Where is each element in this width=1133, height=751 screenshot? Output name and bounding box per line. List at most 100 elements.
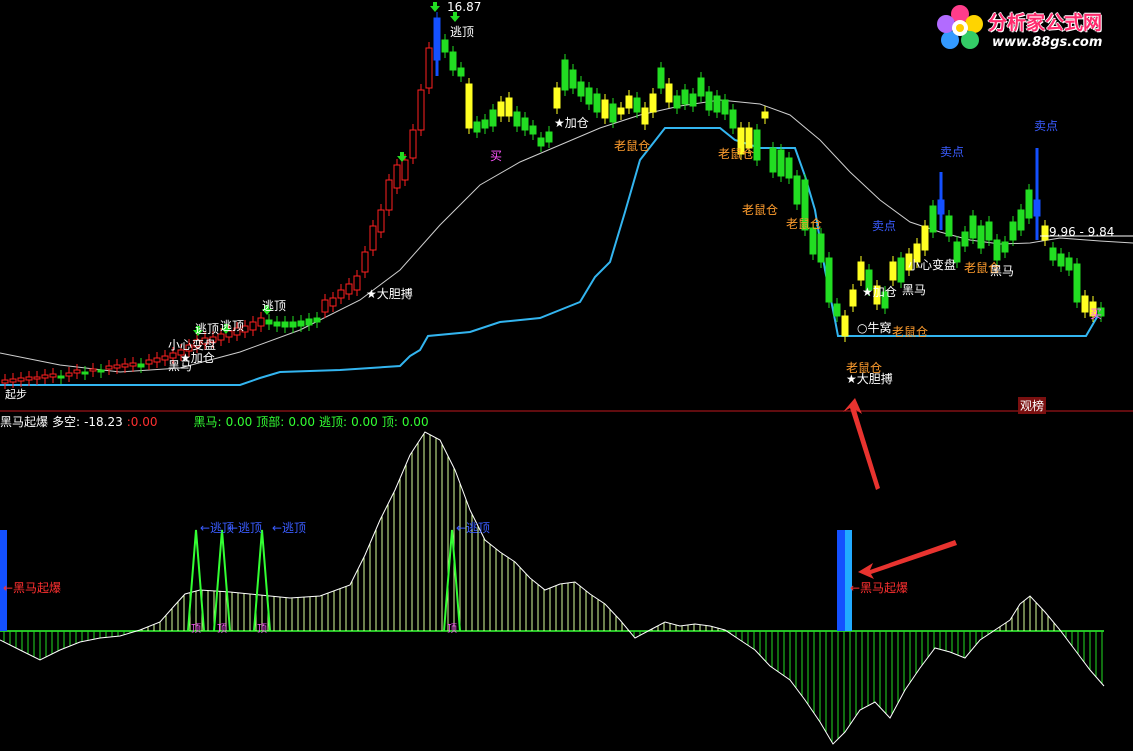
candlestick[interactable] [41,369,49,384]
candlestick[interactable] [321,294,329,318]
candlestick[interactable] [721,94,729,120]
candlestick[interactable] [1065,252,1073,276]
candlestick[interactable] [753,124,761,166]
candlestick[interactable] [129,357,137,372]
candlestick[interactable] [329,292,337,312]
candlestick[interactable] [961,226,969,252]
candlestick[interactable] [1017,204,1025,236]
candlestick[interactable] [393,159,401,194]
candlestick[interactable] [481,114,489,134]
candlestick[interactable] [369,220,377,256]
candlestick[interactable] [777,144,785,182]
candlestick[interactable] [337,284,345,304]
candlestick[interactable] [297,315,305,332]
candlestick[interactable] [841,310,849,342]
candlestick[interactable] [985,216,993,246]
candlestick[interactable] [1041,220,1049,246]
candlestick[interactable] [1073,258,1081,308]
candlestick[interactable] [577,76,585,102]
price-panel[interactable]: 16.879.96 - 9.84逃顶逃顶逃顶 逃顶小心变盘黑马★加仓★大胆搏★加仓… [0,0,1133,401]
candlestick[interactable] [345,278,353,300]
watch-list-button[interactable]: 观榜 [1018,397,1047,414]
candlestick[interactable] [561,54,569,96]
candlestick[interactable] [649,88,657,118]
candlestick[interactable] [1001,236,1009,258]
candlestick[interactable] [457,62,465,82]
candlestick[interactable] [449,46,457,76]
candlestick[interactable] [785,152,793,184]
candlestick[interactable] [281,316,289,333]
candlestick[interactable] [697,72,705,102]
candlestick[interactable] [505,92,513,122]
candlestick[interactable] [681,84,689,110]
candlestick[interactable] [945,210,953,242]
candlestick[interactable] [377,204,385,238]
candlestick[interactable] [713,90,721,118]
candlestick[interactable] [553,82,561,114]
candlestick[interactable] [569,64,577,94]
candlestick[interactable] [57,370,65,384]
candlestick[interactable] [121,358,129,373]
candlestick[interactable] [257,312,265,332]
candlestick[interactable] [521,112,529,136]
candlestick[interactable] [529,120,537,140]
candlestick[interactable] [1049,242,1057,266]
candlestick[interactable] [1057,248,1065,272]
candlestick[interactable] [441,34,449,58]
candlestick[interactable] [105,360,113,375]
candlestick[interactable] [145,354,153,370]
candlestick[interactable] [409,124,417,164]
candlestick[interactable] [705,86,713,116]
candlestick[interactable] [473,116,481,138]
candlestick[interactable] [665,78,673,108]
candlestick[interactable] [513,106,521,132]
candlestick[interactable] [929,200,937,238]
candlestick[interactable] [889,256,897,286]
candlestick[interactable] [1,374,9,389]
candlestick[interactable] [361,246,369,278]
candlestick[interactable] [33,371,41,385]
candlestick[interactable] [793,170,801,210]
candlestick[interactable] [761,106,769,124]
candlestick[interactable] [65,367,73,382]
candlestick[interactable] [977,220,985,254]
candlestick[interactable] [49,368,57,383]
candlestick[interactable] [857,256,865,286]
candlestick[interactable] [1081,290,1089,318]
candlestick[interactable] [593,88,601,118]
candlestick[interactable] [417,84,425,136]
candlestick[interactable] [601,94,609,124]
candlestick[interactable] [641,102,649,130]
candlestick[interactable] [625,90,633,114]
candlestick[interactable] [313,312,321,328]
indicator-panel[interactable]: ←逃顶←逃顶 ←逃顶 ←逃顶顶顶顶顶←黑马起爆 ←黑马起爆 [0,431,1105,745]
candlestick[interactable] [849,284,857,312]
candlestick[interactable] [617,102,625,120]
candlestick[interactable] [305,313,313,331]
candlestick[interactable] [969,210,977,244]
candlestick[interactable] [265,314,273,330]
candlestick[interactable] [289,316,297,333]
candlestick[interactable] [673,90,681,114]
candlestick[interactable] [353,270,361,296]
candlestick[interactable] [497,96,505,122]
candlestick[interactable] [729,104,737,134]
candlestick[interactable] [689,88,697,112]
candlestick[interactable] [633,92,641,118]
candlestick[interactable] [153,352,161,368]
candlestick[interactable] [425,42,433,94]
candlestick[interactable] [585,82,593,110]
candlestick[interactable] [921,220,929,256]
candlestick[interactable] [249,316,257,336]
candlestick[interactable] [25,371,33,386]
candlestick[interactable] [825,252,833,308]
candlestick[interactable] [817,228,825,268]
candlestick[interactable] [97,364,105,378]
candlestick[interactable] [545,126,553,148]
candlestick[interactable] [489,104,497,132]
candlestick[interactable] [385,174,393,216]
candlestick[interactable] [465,78,473,134]
stock-chart[interactable]: 16.879.96 - 9.84逃顶逃顶逃顶 逃顶小心变盘黑马★加仓★大胆搏★加仓… [0,0,1133,751]
candlestick[interactable] [1025,184,1033,224]
candlestick[interactable] [537,132,545,152]
